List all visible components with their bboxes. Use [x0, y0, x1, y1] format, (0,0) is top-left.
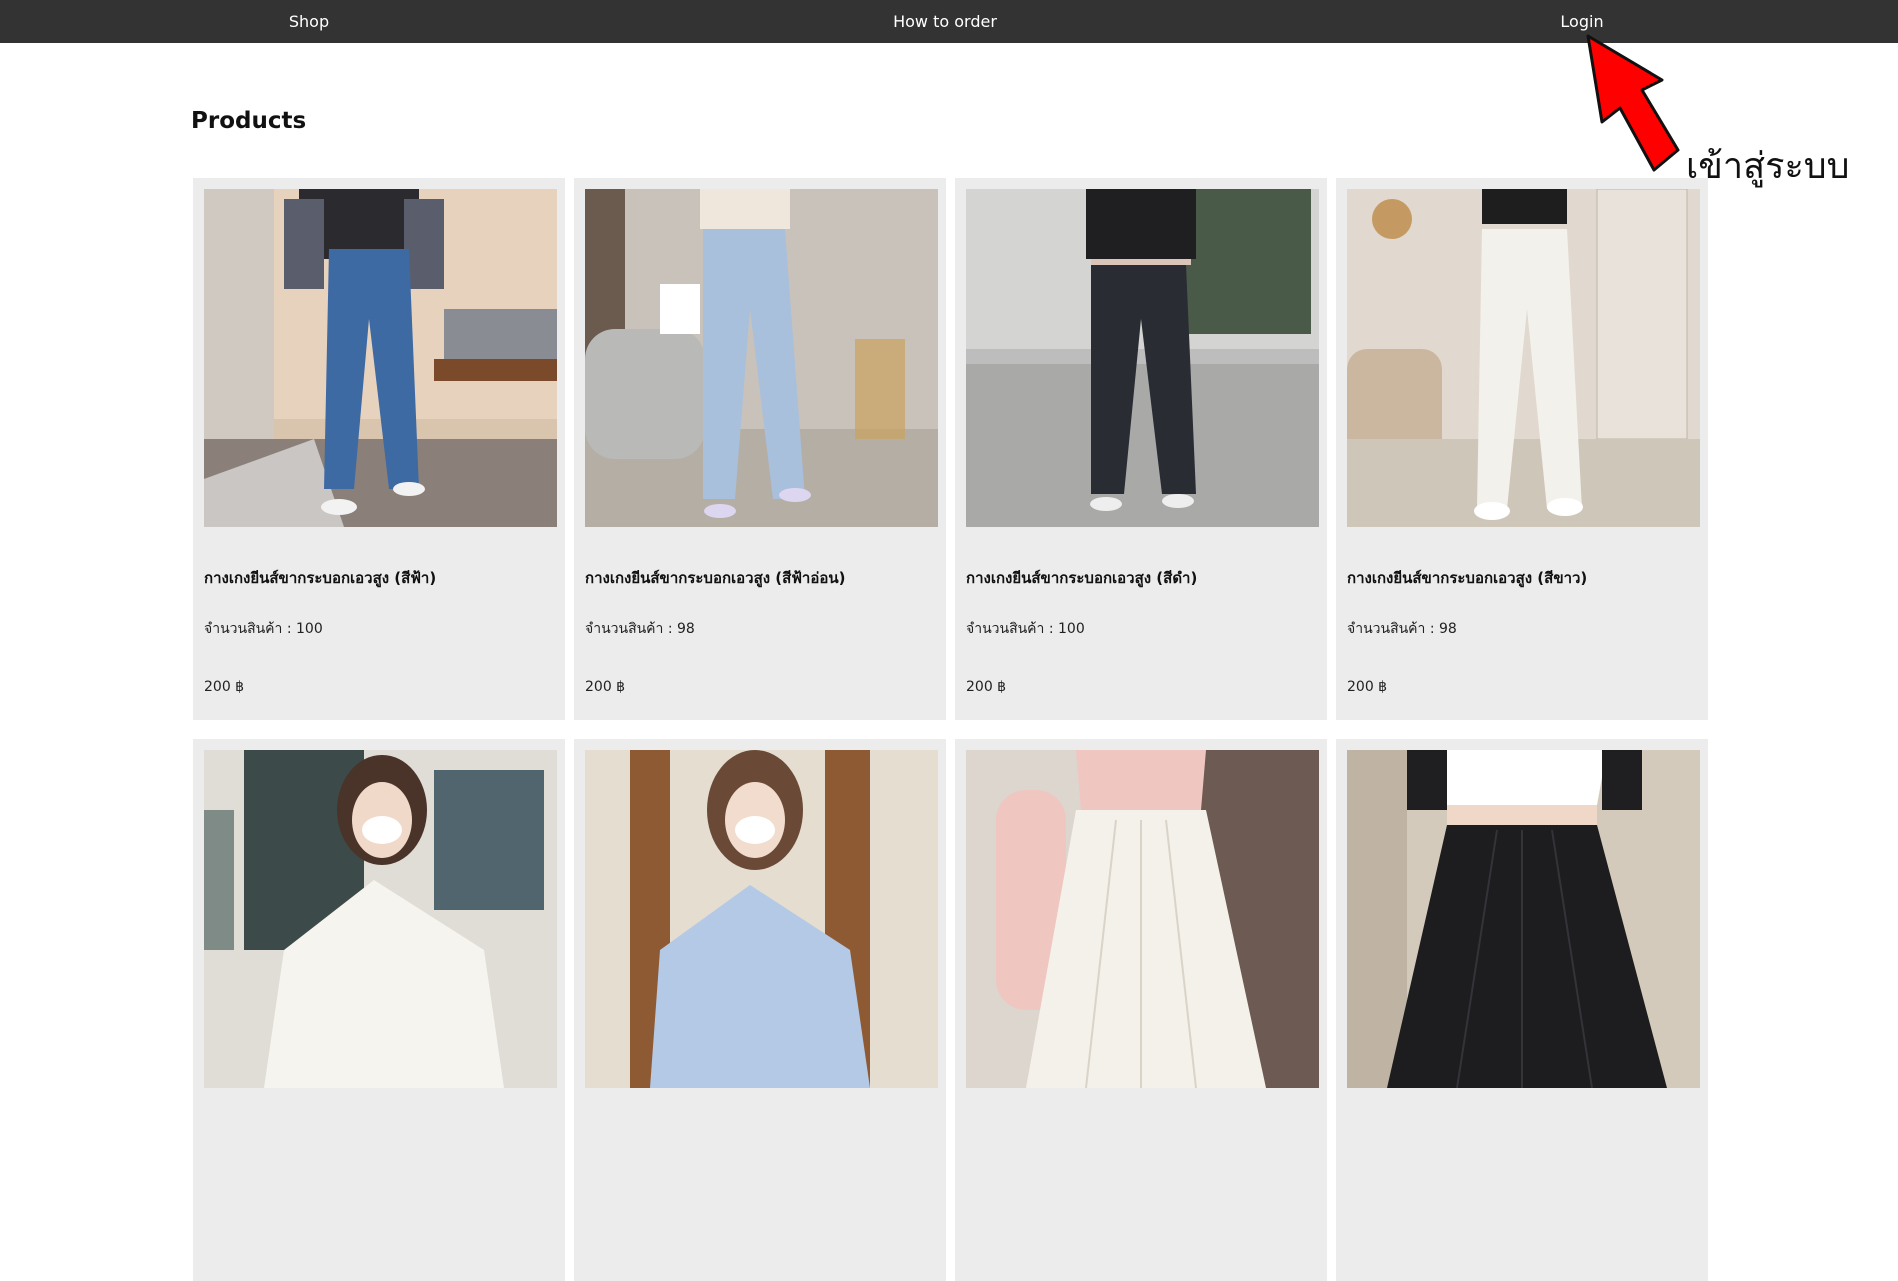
product-card[interactable] — [1336, 739, 1708, 1281]
product-card[interactable]: กางเกงยีนส์ขากระบอกเอวสูง (สีดำ) จำนวนสิ… — [955, 178, 1327, 720]
product-grid: กางเกงยีนส์ขากระบอกเอวสูง (สีฟ้า) จำนวนส… — [193, 178, 1710, 1281]
product-image[interactable] — [1347, 750, 1700, 1088]
page-title: Products — [191, 108, 307, 134]
product-name: กางเกงยีนส์ขากระบอกเอวสูง (สีฟ้า) — [204, 569, 437, 587]
product-card[interactable] — [574, 739, 946, 1281]
product-image[interactable] — [204, 750, 557, 1088]
red-arrow-icon — [1586, 34, 1680, 172]
product-card[interactable] — [193, 739, 565, 1281]
product-image[interactable] — [966, 189, 1319, 527]
product-name: กางเกงยีนส์ขากระบอกเอวสูง (สีขาว) — [1347, 569, 1588, 587]
product-name: กางเกงยีนส์ขากระบอกเอวสูง (สีดำ) — [966, 569, 1198, 587]
product-price: 200 ฿ — [966, 679, 1007, 695]
product-price: 200 ฿ — [585, 679, 626, 695]
product-quantity: จำนวนสินค้า : 98 — [1347, 621, 1457, 637]
login-annotation-label: เข้าสู่ระบบ — [1686, 146, 1850, 187]
product-card[interactable] — [955, 739, 1327, 1281]
product-quantity: จำนวนสินค้า : 98 — [585, 621, 695, 637]
product-card[interactable]: กางเกงยีนส์ขากระบอกเอวสูง (สีฟ้า) จำนวนส… — [193, 178, 565, 720]
nav-how-to-order-link[interactable]: How to order — [893, 0, 997, 43]
product-card[interactable]: กางเกงยีนส์ขากระบอกเอวสูง (สีขาว) จำนวนส… — [1336, 178, 1708, 720]
product-image[interactable] — [585, 750, 938, 1088]
product-price: 200 ฿ — [204, 679, 245, 695]
nav-shop-link[interactable]: Shop — [289, 0, 329, 43]
product-image[interactable] — [585, 189, 938, 527]
product-card[interactable]: กางเกงยีนส์ขากระบอกเอวสูง (สีฟ้าอ่อน) จำ… — [574, 178, 946, 720]
product-image[interactable] — [204, 189, 557, 527]
product-name: กางเกงยีนส์ขากระบอกเอวสูง (สีฟ้าอ่อน) — [585, 569, 846, 587]
product-quantity: จำนวนสินค้า : 100 — [966, 621, 1085, 637]
product-image[interactable] — [1347, 189, 1700, 527]
product-quantity: จำนวนสินค้า : 100 — [204, 621, 323, 637]
product-price: 200 ฿ — [1347, 679, 1388, 695]
product-image[interactable] — [966, 750, 1319, 1088]
